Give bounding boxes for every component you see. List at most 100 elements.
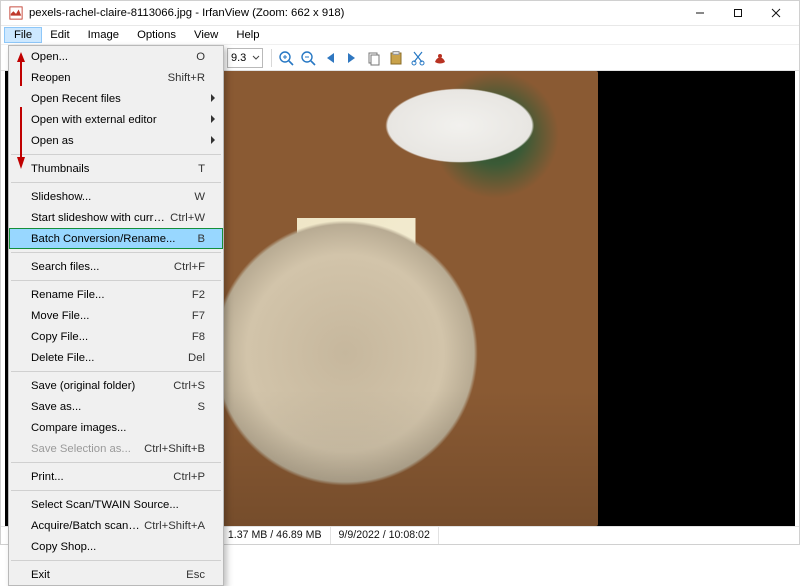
image-content (203, 71, 598, 526)
menu-item-shortcut: B (197, 233, 205, 245)
menu-item-shortcut: O (196, 51, 205, 63)
prev-icon[interactable] (320, 48, 340, 68)
menu-item-shortcut: Ctrl+S (173, 380, 205, 392)
menu-help[interactable]: Help (227, 28, 268, 42)
menu-file[interactable]: File (5, 28, 41, 42)
chevron-right-icon (209, 135, 217, 148)
menu-item-reopen[interactable]: ReopenShift+R (9, 67, 223, 88)
annotation-arrow-file (14, 50, 28, 88)
menu-item-label: Move File... (31, 310, 192, 322)
menu-separator (11, 154, 221, 155)
zoom-value: 9.3 (231, 52, 246, 64)
menu-item-label: Compare images... (31, 422, 205, 434)
zoom-out-icon[interactable] (298, 48, 318, 68)
titlebar: pexels-rachel-claire-8113066.jpg - Irfan… (1, 1, 799, 26)
menu-item-label: Copy Shop... (31, 541, 205, 553)
menu-item-label: Save as... (31, 401, 197, 413)
menu-item-label: Open... (31, 51, 196, 63)
menu-item-shortcut: F8 (192, 331, 205, 343)
next-icon[interactable] (342, 48, 362, 68)
menu-item-label: Delete File... (31, 352, 188, 364)
chevron-right-icon (209, 93, 217, 106)
menu-item-shortcut: Ctrl+Shift+B (144, 443, 205, 455)
status-size: 1.37 MB / 46.89 MB (220, 527, 331, 544)
menu-edit[interactable]: Edit (41, 28, 78, 42)
menu-item-compare-images[interactable]: Compare images... (9, 417, 223, 438)
menu-options[interactable]: Options (128, 28, 185, 42)
menu-item-exit[interactable]: ExitEsc (9, 564, 223, 585)
close-button[interactable] (757, 1, 795, 25)
chevron-right-icon (209, 114, 217, 127)
menu-item-open-recent-files[interactable]: Open Recent files (9, 88, 223, 109)
menu-item-shortcut: Ctrl+Shift+A (144, 520, 205, 532)
menubar: File Edit Image Options View Help (1, 26, 799, 44)
menu-item-save-as[interactable]: Save as...S (9, 396, 223, 417)
menu-item-rename-file[interactable]: Rename File...F2 (9, 284, 223, 305)
menu-item-label: Save Selection as... (31, 443, 144, 455)
menu-item-copy-file[interactable]: Copy File...F8 (9, 326, 223, 347)
about-icon[interactable] (430, 48, 450, 68)
maximize-button[interactable] (719, 1, 757, 25)
menu-separator (11, 462, 221, 463)
menu-item-label: Open as (31, 135, 205, 147)
menu-item-label: Select Scan/TWAIN Source... (31, 499, 205, 511)
chevron-down-icon (252, 53, 260, 65)
toolbar-separator (271, 49, 272, 67)
menu-item-label: Exit (31, 569, 186, 581)
status-datetime: 9/9/2022 / 10:08:02 (331, 527, 439, 544)
menu-separator (11, 280, 221, 281)
menu-item-label: Start slideshow with current file list (31, 212, 170, 224)
menu-item-start-slideshow-with-current-file-list[interactable]: Start slideshow with current file listCt… (9, 207, 223, 228)
menu-item-label: Copy File... (31, 331, 192, 343)
menu-item-search-files[interactable]: Search files...Ctrl+F (9, 256, 223, 277)
menu-item-open[interactable]: Open...O (9, 46, 223, 67)
menu-item-label: Open Recent files (31, 93, 205, 105)
menu-item-label: Open with external editor (31, 114, 205, 126)
menu-item-save-selection-as: Save Selection as...Ctrl+Shift+B (9, 438, 223, 459)
app-icon (9, 6, 23, 20)
menu-separator (11, 490, 221, 491)
paste-icon[interactable] (386, 48, 406, 68)
menu-separator (11, 182, 221, 183)
menu-item-label: Search files... (31, 261, 174, 273)
menu-item-label: Reopen (31, 72, 168, 84)
menu-separator (11, 252, 221, 253)
menu-item-label: Rename File... (31, 289, 192, 301)
annotation-arrow-batch (14, 105, 28, 171)
menu-image[interactable]: Image (79, 28, 128, 42)
menu-item-save-original-folder[interactable]: Save (original folder)Ctrl+S (9, 375, 223, 396)
menu-item-label: Batch Conversion/Rename... (31, 233, 197, 245)
menu-item-label: Save (original folder) (31, 380, 173, 392)
menu-separator (11, 371, 221, 372)
menu-item-open-with-external-editor[interactable]: Open with external editor (9, 109, 223, 130)
menu-item-shortcut: Del (188, 352, 205, 364)
menu-item-shortcut: F2 (192, 289, 205, 301)
menu-item-delete-file[interactable]: Delete File...Del (9, 347, 223, 368)
menu-item-open-as[interactable]: Open as (9, 130, 223, 151)
zoom-combo[interactable]: 9.3 (227, 48, 263, 68)
menu-item-shortcut: S (197, 401, 205, 413)
menu-item-acquire-batch-scanning[interactable]: Acquire/Batch scanning...Ctrl+Shift+A (9, 515, 223, 536)
file-menu-dropdown: Open...OReopenShift+ROpen Recent filesOp… (8, 45, 224, 586)
menu-item-shortcut: F7 (192, 310, 205, 322)
window-title: pexels-rachel-claire-8113066.jpg - Irfan… (29, 7, 344, 19)
menu-item-shortcut: Shift+R (168, 72, 205, 84)
menu-item-thumbnails[interactable]: ThumbnailsT (9, 158, 223, 179)
menu-item-move-file[interactable]: Move File...F7 (9, 305, 223, 326)
menu-item-copy-shop[interactable]: Copy Shop... (9, 536, 223, 557)
copy-icon[interactable] (364, 48, 384, 68)
menu-view[interactable]: View (185, 28, 227, 42)
minimize-button[interactable] (681, 1, 719, 25)
zoom-in-icon[interactable] (276, 48, 296, 68)
menu-item-label: Print... (31, 471, 173, 483)
menu-item-shortcut: Esc (186, 569, 205, 581)
menu-item-select-scan-twain-source[interactable]: Select Scan/TWAIN Source... (9, 494, 223, 515)
menu-item-slideshow[interactable]: Slideshow...W (9, 186, 223, 207)
cut-icon[interactable] (408, 48, 428, 68)
menu-item-label: Acquire/Batch scanning... (31, 520, 144, 532)
menu-item-print[interactable]: Print...Ctrl+P (9, 466, 223, 487)
menu-item-batch-conversion-rename[interactable]: Batch Conversion/Rename...B (9, 228, 223, 249)
menu-item-shortcut: Ctrl+F (174, 261, 205, 273)
menu-item-shortcut: Ctrl+P (173, 471, 205, 483)
menu-item-shortcut: T (198, 163, 205, 175)
